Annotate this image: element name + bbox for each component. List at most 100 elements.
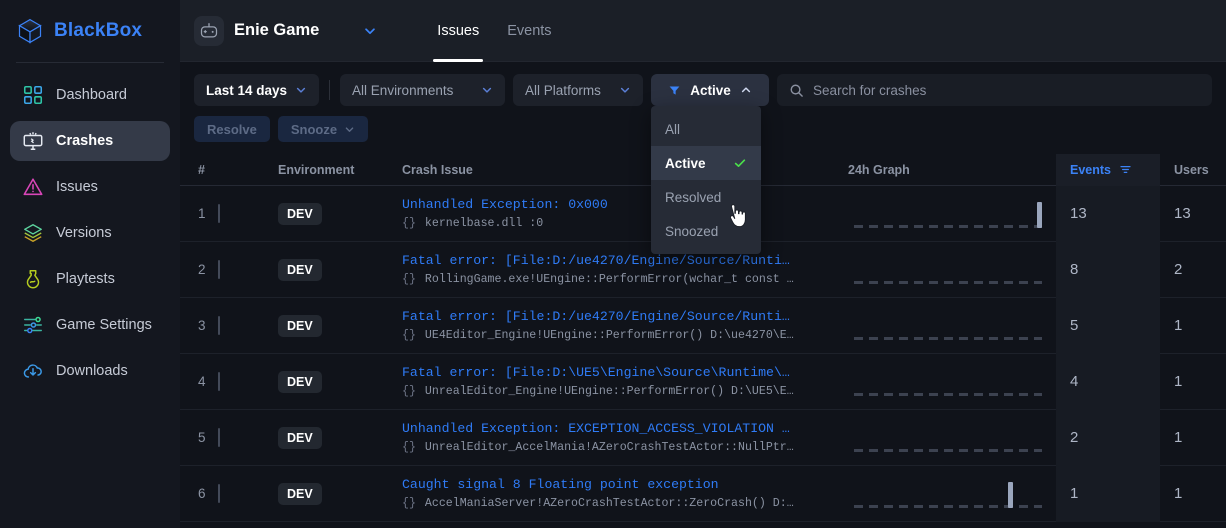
row-checkbox[interactable] xyxy=(218,203,220,223)
tab-events[interactable]: Events xyxy=(493,0,565,62)
row-environment-cell: DEV xyxy=(278,426,402,449)
status-label: Active xyxy=(690,82,731,98)
date-range-filter[interactable]: Last 14 days xyxy=(194,74,320,106)
brand[interactable]: BlackBox xyxy=(0,0,180,62)
issue-title-link[interactable]: Fatal error: [File:D:\UE5\Engine\Source\… xyxy=(402,365,834,380)
issue-subtitle: {} RollingGame.exe!UEngine::PerformError… xyxy=(402,273,834,286)
platform-filter[interactable]: All Platforms xyxy=(513,74,644,106)
issue-title-link[interactable]: Unhandled Exception: 0x000 xyxy=(402,197,834,212)
column-header-environment: Environment xyxy=(278,162,355,177)
row-24h-graph xyxy=(848,410,1056,466)
game-selector[interactable]: Enie Game xyxy=(194,15,319,46)
issue-title-link[interactable]: Unhandled Exception: EXCEPTION_ACCESS_VI… xyxy=(402,421,834,436)
table-row[interactable]: 6 DEV Caught signal 8 Floating point exc… xyxy=(180,465,1226,522)
environment-badge: DEV xyxy=(278,202,322,225)
graph-baseline xyxy=(854,224,1042,228)
sidebar-item-label: Game Settings xyxy=(56,317,152,333)
sidebar: BlackBox Dashboard Crashes Issues Versio… xyxy=(0,0,180,528)
table-row[interactable]: 4 DEV Fatal error: [File:D:\UE5\Engine\S… xyxy=(180,353,1226,410)
row-index: 3 xyxy=(198,318,206,333)
brand-name: BlackBox xyxy=(54,20,143,41)
issue-subtitle-text: UnrealEditor_AccelMania!AZeroCrashTestAc… xyxy=(424,441,794,454)
sidebar-item-game-settings[interactable]: Game Settings xyxy=(10,305,170,345)
issue-title-link[interactable]: Fatal error: [File:D:/ue4270/Engine/Sour… xyxy=(402,253,834,268)
pointer-hand-cursor-icon xyxy=(729,204,746,228)
sidebar-item-label: Crashes xyxy=(56,133,114,149)
sidebar-item-label: Dashboard xyxy=(56,87,127,103)
row-select-cell xyxy=(218,371,278,391)
row-24h-graph xyxy=(848,242,1056,298)
sidebar-item-issues[interactable]: Issues xyxy=(10,167,170,207)
tab-label: Events xyxy=(507,22,552,39)
environment-label: All Environments xyxy=(352,82,454,98)
flask-potion-icon xyxy=(26,270,40,289)
code-braces-icon: {} xyxy=(402,441,416,454)
issue-subtitle-text: AccelManiaServer!AZeroCrashTestActor::Ze… xyxy=(424,497,794,510)
issue-subtitle: {} AccelManiaServer!AZeroCrashTestActor:… xyxy=(402,497,834,510)
sidebar-item-downloads[interactable]: Downloads xyxy=(10,351,170,391)
platform-label: All Platforms xyxy=(525,82,601,98)
gamepad-robot-icon xyxy=(194,15,224,46)
sidebar-item-versions[interactable]: Versions xyxy=(10,213,170,253)
row-checkbox[interactable] xyxy=(218,427,220,447)
row-checkbox[interactable] xyxy=(218,483,220,503)
issue-subtitle: {} UnrealEditor_AccelMania!AZeroCrashTes… xyxy=(402,441,834,454)
row-users-count: 2 xyxy=(1174,261,1183,278)
status-option-active[interactable]: Active xyxy=(651,146,761,180)
snooze-button[interactable]: Snooze xyxy=(277,116,369,142)
issue-title-link[interactable]: Fatal error: [File:D:/ue4270/Engine/Sour… xyxy=(402,309,834,324)
row-24h-graph xyxy=(848,354,1056,410)
row-users-count: 1 xyxy=(1174,485,1183,502)
snooze-label: Snooze xyxy=(290,121,338,137)
column-header-events[interactable]: Events xyxy=(1056,153,1160,186)
graph-baseline xyxy=(854,448,1042,452)
column-header-issue: Crash Issue xyxy=(402,162,473,177)
row-issue-cell: Fatal error: [File:D:\UE5\Engine\Source\… xyxy=(402,365,848,398)
tab-issues[interactable]: Issues xyxy=(423,0,493,62)
row-environment-cell: DEV xyxy=(278,258,402,281)
row-index: 5 xyxy=(198,430,206,445)
row-users-count: 1 xyxy=(1174,317,1183,334)
chevron-down-icon xyxy=(365,27,376,34)
game-switch-button[interactable] xyxy=(363,24,377,38)
issue-title-link[interactable]: Caught signal 8 Floating point exception xyxy=(402,477,834,492)
row-checkbox[interactable] xyxy=(218,315,220,335)
sidebar-item-label: Downloads xyxy=(56,363,128,379)
column-header-users: Users xyxy=(1174,162,1209,177)
issue-subtitle-text: RollingGame.exe!UEngine::PerformError(wc… xyxy=(424,273,794,286)
topbar-tabs: Issues Events xyxy=(423,0,565,62)
row-users-count: 13 xyxy=(1174,205,1191,222)
funnel-icon xyxy=(669,85,680,95)
search-input[interactable]: Search for crashes xyxy=(777,74,1212,106)
filter-divider xyxy=(329,80,331,100)
environment-filter[interactable]: All Environments xyxy=(340,74,506,106)
status-option-label: Resolved xyxy=(665,189,722,205)
code-braces-icon: {} xyxy=(402,329,416,342)
status-filter[interactable]: Active xyxy=(651,74,770,106)
crash-monitor-icon xyxy=(23,132,43,150)
search-icon xyxy=(790,84,803,97)
code-braces-icon: {} xyxy=(402,217,416,230)
sidebar-item-dashboard[interactable]: Dashboard xyxy=(10,75,170,115)
row-users-count: 1 xyxy=(1174,429,1183,446)
status-option-label: Snoozed xyxy=(665,223,719,239)
row-checkbox[interactable] xyxy=(218,371,220,391)
chevron-up-icon xyxy=(741,87,750,93)
resolve-button[interactable]: Resolve xyxy=(194,116,270,142)
sidebar-item-crashes[interactable]: Crashes xyxy=(10,121,170,161)
issue-subtitle-text: kernelbase.dll :0 xyxy=(424,217,544,230)
row-issue-cell: Caught signal 8 Floating point exception… xyxy=(402,477,848,510)
row-checkbox[interactable] xyxy=(218,259,220,279)
status-filter-dropdown: All Active Resolved Snoozed xyxy=(651,106,761,254)
code-braces-icon: {} xyxy=(402,497,416,510)
sidebar-item-playtests[interactable]: Playtests xyxy=(10,259,170,299)
dashboard-grid-icon xyxy=(23,85,43,105)
column-header-events-label: Events xyxy=(1070,162,1111,177)
sidebar-item-label: Issues xyxy=(56,179,98,195)
search-placeholder: Search for crashes xyxy=(813,82,927,98)
row-issue-cell: Fatal error: [File:D:/ue4270/Engine/Sour… xyxy=(402,309,848,342)
table-row[interactable]: 3 DEV Fatal error: [File:D:/ue4270/Engin… xyxy=(180,297,1226,354)
table-row[interactable]: 5 DEV Unhandled Exception: EXCEPTION_ACC… xyxy=(180,409,1226,466)
issue-subtitle-text: UE4Editor_Engine!UEngine::PerformError()… xyxy=(424,329,794,342)
status-option-all[interactable]: All xyxy=(651,112,761,146)
